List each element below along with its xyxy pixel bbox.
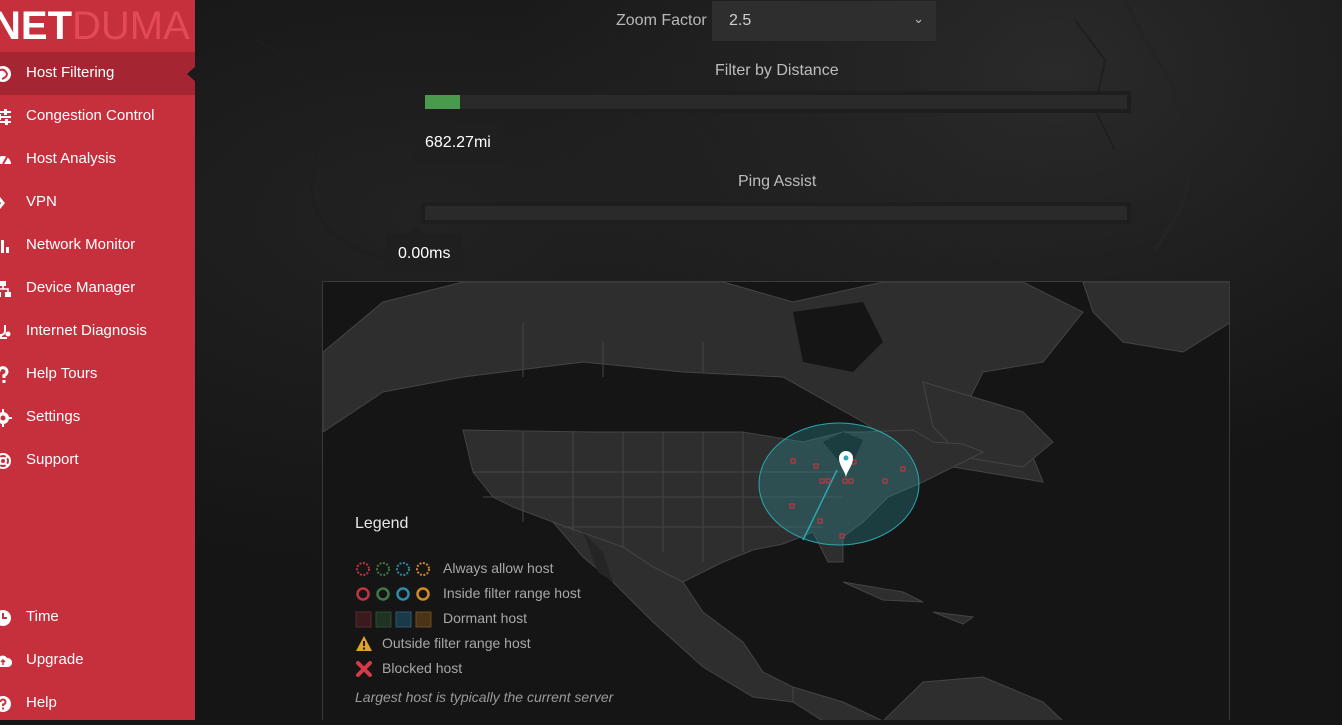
clock-icon [0,610,11,626]
north-america-map [323,282,1229,720]
sidebar-item-label: Device Manager [26,279,136,296]
legend-row-outside-range: Outside filter range host [355,634,655,654]
zoom-factor-select[interactable]: 2.5 ⌄ [712,1,936,41]
sidebar-item-label: Help Tours [26,365,98,382]
blocked-x-icon [356,661,372,677]
distance-slider-fill [425,95,460,109]
netduma-logo: NET DUMA [0,0,195,53]
dormant-host-icon [355,611,432,628]
legend-label: Blocked host [382,660,463,676]
legend-title: Legend [355,515,409,532]
cloud-upgrade-icon [0,655,12,667]
legend-row-blocked: Blocked host [355,659,655,679]
sidebar-item-label: Support [26,451,79,468]
sidebar-item-settings[interactable]: Settings [0,396,195,439]
sidebar-item-label: VPN [26,193,57,210]
sidebar-item-internet-diagnosis[interactable]: Internet Diagnosis [0,310,195,353]
sidebar: NET DUMA Host Filtering Congestion Contro… [0,0,196,720]
sidebar-item-help[interactable]: Help [0,682,195,725]
globe-icon [0,66,11,82]
chevron-down-icon: ⌄ [913,11,924,26]
sidebar-item-label: Host Filtering [26,64,115,81]
ping-assist-label: Ping Assist [738,173,817,190]
sidebar-item-label: Internet Diagnosis [26,322,147,339]
distance-value-tooltip: 682.27mi [413,115,503,163]
warning-icon [356,636,372,651]
legend-row-always-allow: Always allow host [355,559,655,579]
legend-label: Inside filter range host [443,585,581,601]
legend-label: Outside filter range host [382,635,531,651]
active-indicator [187,66,196,82]
vpn-key-icon [0,197,5,209]
stethoscope-icon [0,325,11,339]
sidebar-item-congestion-control[interactable]: Congestion Control [0,95,195,138]
sidebar-item-label: Congestion Control [26,107,155,124]
sidebar-item-label: Upgrade [26,651,84,668]
legend-label: Always allow host [443,560,554,576]
legend-note: Largest host is typically the current se… [355,689,614,705]
sidebar-item-help-tours[interactable]: Help Tours [0,353,195,396]
sidebar-item-label: Help [26,694,57,711]
sidebar-item-time[interactable]: Time [0,596,195,639]
distance-slider[interactable] [421,91,1131,113]
sidebar-item-label: Host Analysis [26,150,117,167]
zoom-factor-value: 2.5 [729,12,752,29]
legend-row-dormant: Dormant host [355,609,655,629]
bar-chart-icon [1,240,9,253]
sidebar-item-upgrade[interactable]: Upgrade [0,639,195,682]
sidebar-item-label: Settings [26,408,81,425]
lifebuoy-icon [0,453,11,469]
inside-range-host-icon [356,587,430,601]
sidebar-item-vpn[interactable]: VPN [0,181,195,224]
gauge-icon [0,156,11,165]
zoom-factor-label: Zoom Factor [616,12,707,29]
sidebar-item-support[interactable]: Support [0,439,195,482]
filter-distance-label: Filter by Distance [715,62,839,79]
ping-assist-slider[interactable] [421,202,1131,224]
sidebar-item-label: Time [26,608,59,625]
sidebar-item-host-filtering[interactable]: Host Filtering [0,52,196,95]
legend-label: Dormant host [443,610,528,626]
help-circle-icon [0,696,11,712]
network-icon [0,281,11,297]
gear-icon [0,409,12,427]
ping-value-tooltip: 0.00ms [386,226,463,274]
sidebar-item-network-monitor[interactable]: Network Monitor [0,224,195,267]
geo-filter-map[interactable] [322,281,1230,720]
legend-row-inside-range: Inside filter range host [355,584,655,604]
sidebar-item-device-manager[interactable]: Device Manager [0,267,195,310]
sliders-icon [0,109,11,125]
sidebar-item-label: Network Monitor [26,236,136,253]
always-allow-host-icon [356,562,430,576]
question-icon [0,366,9,383]
sidebar-item-host-analysis[interactable]: Host Analysis [0,138,195,181]
